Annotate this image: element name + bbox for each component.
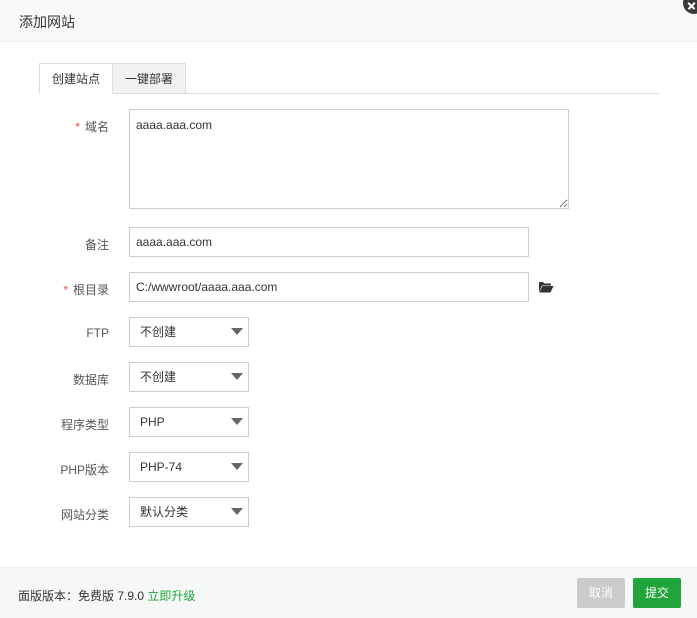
tab-one-click-deploy[interactable]: 一键部署 xyxy=(112,63,186,94)
root-dir-label: * 根目录 xyxy=(63,283,109,297)
domain-textarea[interactable]: aaaa.aaa.com xyxy=(129,109,569,209)
dialog-footer: 面版版本：免费版 7.9.0 立即升级 取消 提交 xyxy=(0,567,697,618)
dialog-title: 添加网站 xyxy=(19,14,75,30)
domain-label: * 域名 xyxy=(75,120,109,134)
php-version-select[interactable]: PHP-74 xyxy=(129,452,249,482)
chevron-down-icon xyxy=(231,328,243,335)
database-select[interactable]: 不创建 xyxy=(129,362,249,392)
site-category-label: 网站分类 xyxy=(60,508,109,522)
remark-input[interactable] xyxy=(129,227,529,257)
submit-button[interactable]: 提交 xyxy=(633,578,681,608)
close-icon[interactable] xyxy=(683,0,697,14)
root-dir-input[interactable] xyxy=(129,272,529,302)
chevron-down-icon xyxy=(231,418,243,425)
program-type-select[interactable]: PHP xyxy=(129,407,249,437)
site-category-select[interactable]: 默认分类 xyxy=(129,497,249,527)
dialog-header: 添加网站 xyxy=(0,0,697,42)
cancel-button[interactable]: 取消 xyxy=(577,578,625,608)
ftp-select[interactable]: 不创建 xyxy=(129,317,249,347)
chevron-down-icon xyxy=(231,463,243,470)
tab-create-site[interactable]: 创建站点 xyxy=(39,63,113,94)
upgrade-link[interactable]: 立即升级 xyxy=(147,589,195,603)
chevron-down-icon xyxy=(231,508,243,515)
database-label: 数据库 xyxy=(72,373,109,387)
version-info: 面版版本：免费版 7.9.0 立即升级 xyxy=(18,589,196,603)
chevron-down-icon xyxy=(231,373,243,380)
tab-bar: 创建站点 一键部署 xyxy=(39,63,659,94)
program-type-label: 程序类型 xyxy=(60,418,109,432)
ftp-label: FTP xyxy=(86,326,109,340)
remark-label: 备注 xyxy=(84,238,109,252)
php-version-label: PHP版本 xyxy=(60,463,109,477)
folder-open-icon[interactable] xyxy=(538,280,554,294)
